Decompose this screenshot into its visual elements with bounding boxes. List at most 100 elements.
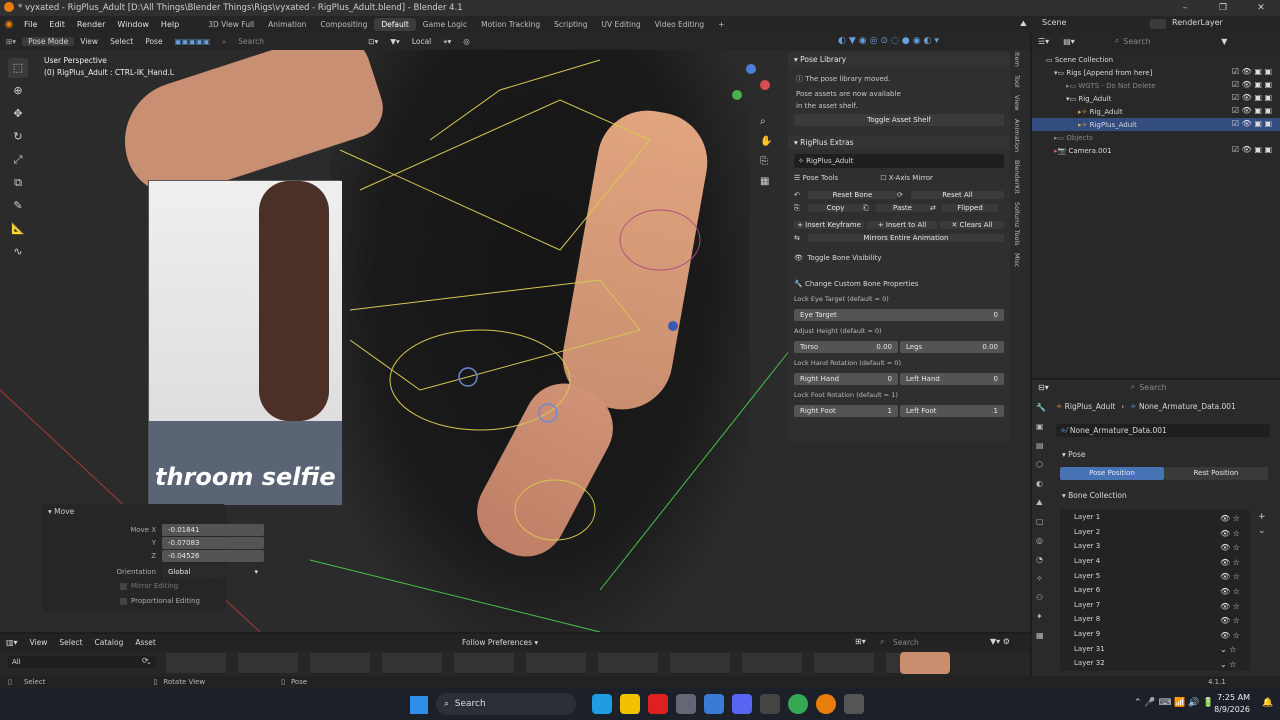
follow-preferences-dropdown[interactable]: Follow Preferences ▾: [462, 638, 538, 647]
proportional-icon[interactable]: ◎: [457, 37, 476, 46]
notification-icon[interactable]: 🔔: [1262, 698, 1273, 708]
paste-flipped-button[interactable]: Flipped: [942, 204, 998, 212]
toggle-bone-visibility-button[interactable]: 👁 Toggle Bone Visibility: [794, 252, 1004, 264]
obs-icon[interactable]: [844, 694, 864, 714]
snap-icon[interactable]: ⌖▾: [437, 37, 457, 47]
asset-thumbnails[interactable]: [166, 653, 956, 673]
outliner-search-input[interactable]: Search: [1123, 37, 1213, 46]
collection-list-controls[interactable]: + ⌄: [1258, 510, 1266, 538]
pose-asset-thumbnail[interactable]: [900, 652, 950, 674]
tab-view[interactable]: View: [1013, 95, 1021, 110]
pose-section-header[interactable]: ▾ Pose: [1062, 450, 1086, 459]
move-tool-icon[interactable]: ✥: [8, 104, 28, 124]
copy-button[interactable]: Copy: [808, 204, 863, 212]
properties-tabs[interactable]: 🔧 ▣ ▤ ⬡ ◐ ⛰ ▢ ◎ ◔ ✧ ⚇ ✦ ▦: [1036, 398, 1050, 645]
shelf-menu-view[interactable]: View: [24, 638, 54, 647]
tab-scripting[interactable]: Scripting: [547, 18, 594, 31]
scene-selector[interactable]: Scene: [1042, 18, 1066, 27]
asset-library-dropdown[interactable]: All ⌄: [8, 656, 156, 668]
shelf-filter-icon[interactable]: ▼▾ ⚙: [990, 637, 1010, 646]
menu-help[interactable]: Help: [155, 20, 185, 29]
bone-collection-header[interactable]: ▾ Bone Collection: [1062, 491, 1127, 500]
viewport-shading-icons[interactable]: ◐▼◉◎⊙◌●◉◐▾: [838, 36, 942, 46]
pose-position-button[interactable]: Pose Position: [1060, 467, 1164, 480]
properties-editor-icon[interactable]: ⊟▾: [1038, 383, 1049, 392]
annotate-tool-icon[interactable]: ✎: [8, 196, 28, 216]
taskview-icon[interactable]: [592, 694, 612, 714]
outliner-visibility-toggles[interactable]: ☑ 👁 ▣ ▣ ☑ 👁 ▣ ▣ ☑ 👁 ▣ ▣ ☑ 👁 ▣ ▣ ☑ 👁 ▣ ▣ ☑ 👁 ▣…: [1210, 65, 1272, 156]
rigplus-header[interactable]: ▾ RigPlus Extras: [788, 135, 1010, 149]
vscode-icon[interactable]: [704, 694, 724, 714]
shelf-display-icon[interactable]: ⊞▾: [855, 637, 866, 646]
blender-menu-icon[interactable]: ◉: [0, 19, 18, 30]
right-hand-field[interactable]: Right Hand 0: [794, 373, 898, 385]
shelf-search-input[interactable]: Search: [893, 638, 919, 647]
tab-item[interactable]: Item: [1013, 52, 1021, 67]
right-foot-field[interactable]: Right Foot 1: [794, 405, 898, 417]
move-z-field[interactable]: -0.04526: [162, 550, 264, 562]
view-layer-selector[interactable]: RenderLayer: [1172, 18, 1223, 27]
tab-tool[interactable]: Tool: [1013, 75, 1021, 88]
left-hand-field[interactable]: Left Hand 0: [900, 373, 1004, 385]
relax-tool-icon[interactable]: ∿: [8, 242, 28, 262]
tab-animation-side[interactable]: Animation: [1013, 119, 1021, 152]
menu-file[interactable]: File: [18, 20, 43, 29]
tab-sollumz[interactable]: Sollumz Tools: [1013, 202, 1021, 246]
menu-render[interactable]: Render: [71, 20, 111, 29]
shelf-menu-asset[interactable]: Asset: [129, 638, 162, 647]
tab-misc[interactable]: Misc: [1013, 253, 1021, 267]
video-app-icon[interactable]: [648, 694, 668, 714]
torso-field[interactable]: Torso 0.00: [794, 341, 898, 353]
maximize-button[interactable]: ❐: [1204, 0, 1242, 16]
select-tool-icon[interactable]: ⬚: [8, 58, 28, 78]
tab-3d-view-full[interactable]: 3D View Full: [201, 18, 261, 31]
refresh-icon[interactable]: ⟳: [142, 656, 149, 665]
move-x-field[interactable]: -0.01841: [162, 524, 264, 536]
left-foot-field[interactable]: Left Foot 1: [900, 405, 1004, 417]
rotate-tool-icon[interactable]: ↻: [8, 127, 28, 147]
orientation-selector[interactable]: Local: [406, 37, 437, 46]
start-button[interactable]: [410, 696, 428, 714]
menu-edit[interactable]: Edit: [43, 20, 71, 29]
github-icon[interactable]: [760, 694, 780, 714]
tab-compositing[interactable]: Compositing: [313, 18, 374, 31]
orientation-dropdown[interactable]: Global ▾: [162, 566, 264, 578]
legs-field[interactable]: Legs 0.00: [900, 341, 1004, 353]
change-custom-props-button[interactable]: 🔧 Change Custom Bone Properties: [794, 278, 1004, 290]
layer-visibility-icons[interactable]: 👁 ☆ 👁 ☆ 👁 ☆ 👁 ☆ 👁 ☆ 👁 ☆ 👁 ☆ 👁 ☆ 👁 ☆ ⌄ ☆ ⌄ ☆: [1220, 512, 1246, 673]
mirror-animation-button[interactable]: Mirrors Entire Animation: [808, 234, 1004, 242]
shelf-menu-select[interactable]: Select: [53, 638, 88, 647]
filter-icon[interactable]: ▼▾: [384, 37, 406, 46]
filter-icon[interactable]: ▼: [1221, 37, 1227, 46]
reset-bone-button[interactable]: Reset Bone: [807, 191, 898, 199]
tab-animation[interactable]: Animation: [261, 18, 313, 31]
scale-tool-icon[interactable]: ⤢: [8, 150, 28, 170]
menu-window[interactable]: Window: [111, 20, 155, 29]
tab-default[interactable]: Default: [374, 18, 416, 31]
transform-pivot-icon[interactable]: ⊡▾: [362, 37, 384, 46]
armature-data-field[interactable]: ✧⁄ None_Armature_Data.001: [1056, 424, 1270, 437]
clears-all-button[interactable]: ✕ Clears All: [940, 221, 1004, 229]
menu-pose[interactable]: Pose: [139, 37, 168, 46]
rig-name-field[interactable]: ✧ RigPlus_Adult: [794, 154, 1004, 168]
transform-tool-icon[interactable]: ⧉: [8, 173, 28, 193]
viewport-nav-buttons[interactable]: ⌕ ✋ ⎘ ▦: [760, 112, 774, 192]
tab-game-logic[interactable]: Game Logic: [416, 18, 474, 31]
insert-keyframe-button[interactable]: + Insert Keyframe: [794, 221, 864, 229]
proportional-editing-checkbox[interactable]: Proportional Editing: [120, 597, 200, 605]
toggle-asset-shelf-button[interactable]: Toggle Asset Shelf: [794, 114, 1004, 126]
menu-select[interactable]: Select: [104, 37, 139, 46]
eye-target-field[interactable]: Eye Target 0: [794, 309, 1004, 321]
chrome-icon[interactable]: [788, 694, 808, 714]
rest-position-button[interactable]: Rest Position: [1164, 467, 1268, 480]
navigation-gizmo[interactable]: [726, 62, 776, 112]
add-workspace-button[interactable]: +: [711, 18, 731, 31]
display-mode-icon[interactable]: ▤▾: [1063, 37, 1075, 46]
tab-video-editing[interactable]: Video Editing: [648, 18, 712, 31]
move-y-field[interactable]: -0.07083: [162, 537, 264, 549]
measure-tool-icon[interactable]: 📐: [8, 219, 28, 239]
cursor-tool-icon[interactable]: ⊕: [8, 81, 28, 101]
viewport-search-input[interactable]: Search: [232, 37, 362, 46]
photos-icon[interactable]: [676, 694, 696, 714]
file-explorer-icon[interactable]: [620, 694, 640, 714]
